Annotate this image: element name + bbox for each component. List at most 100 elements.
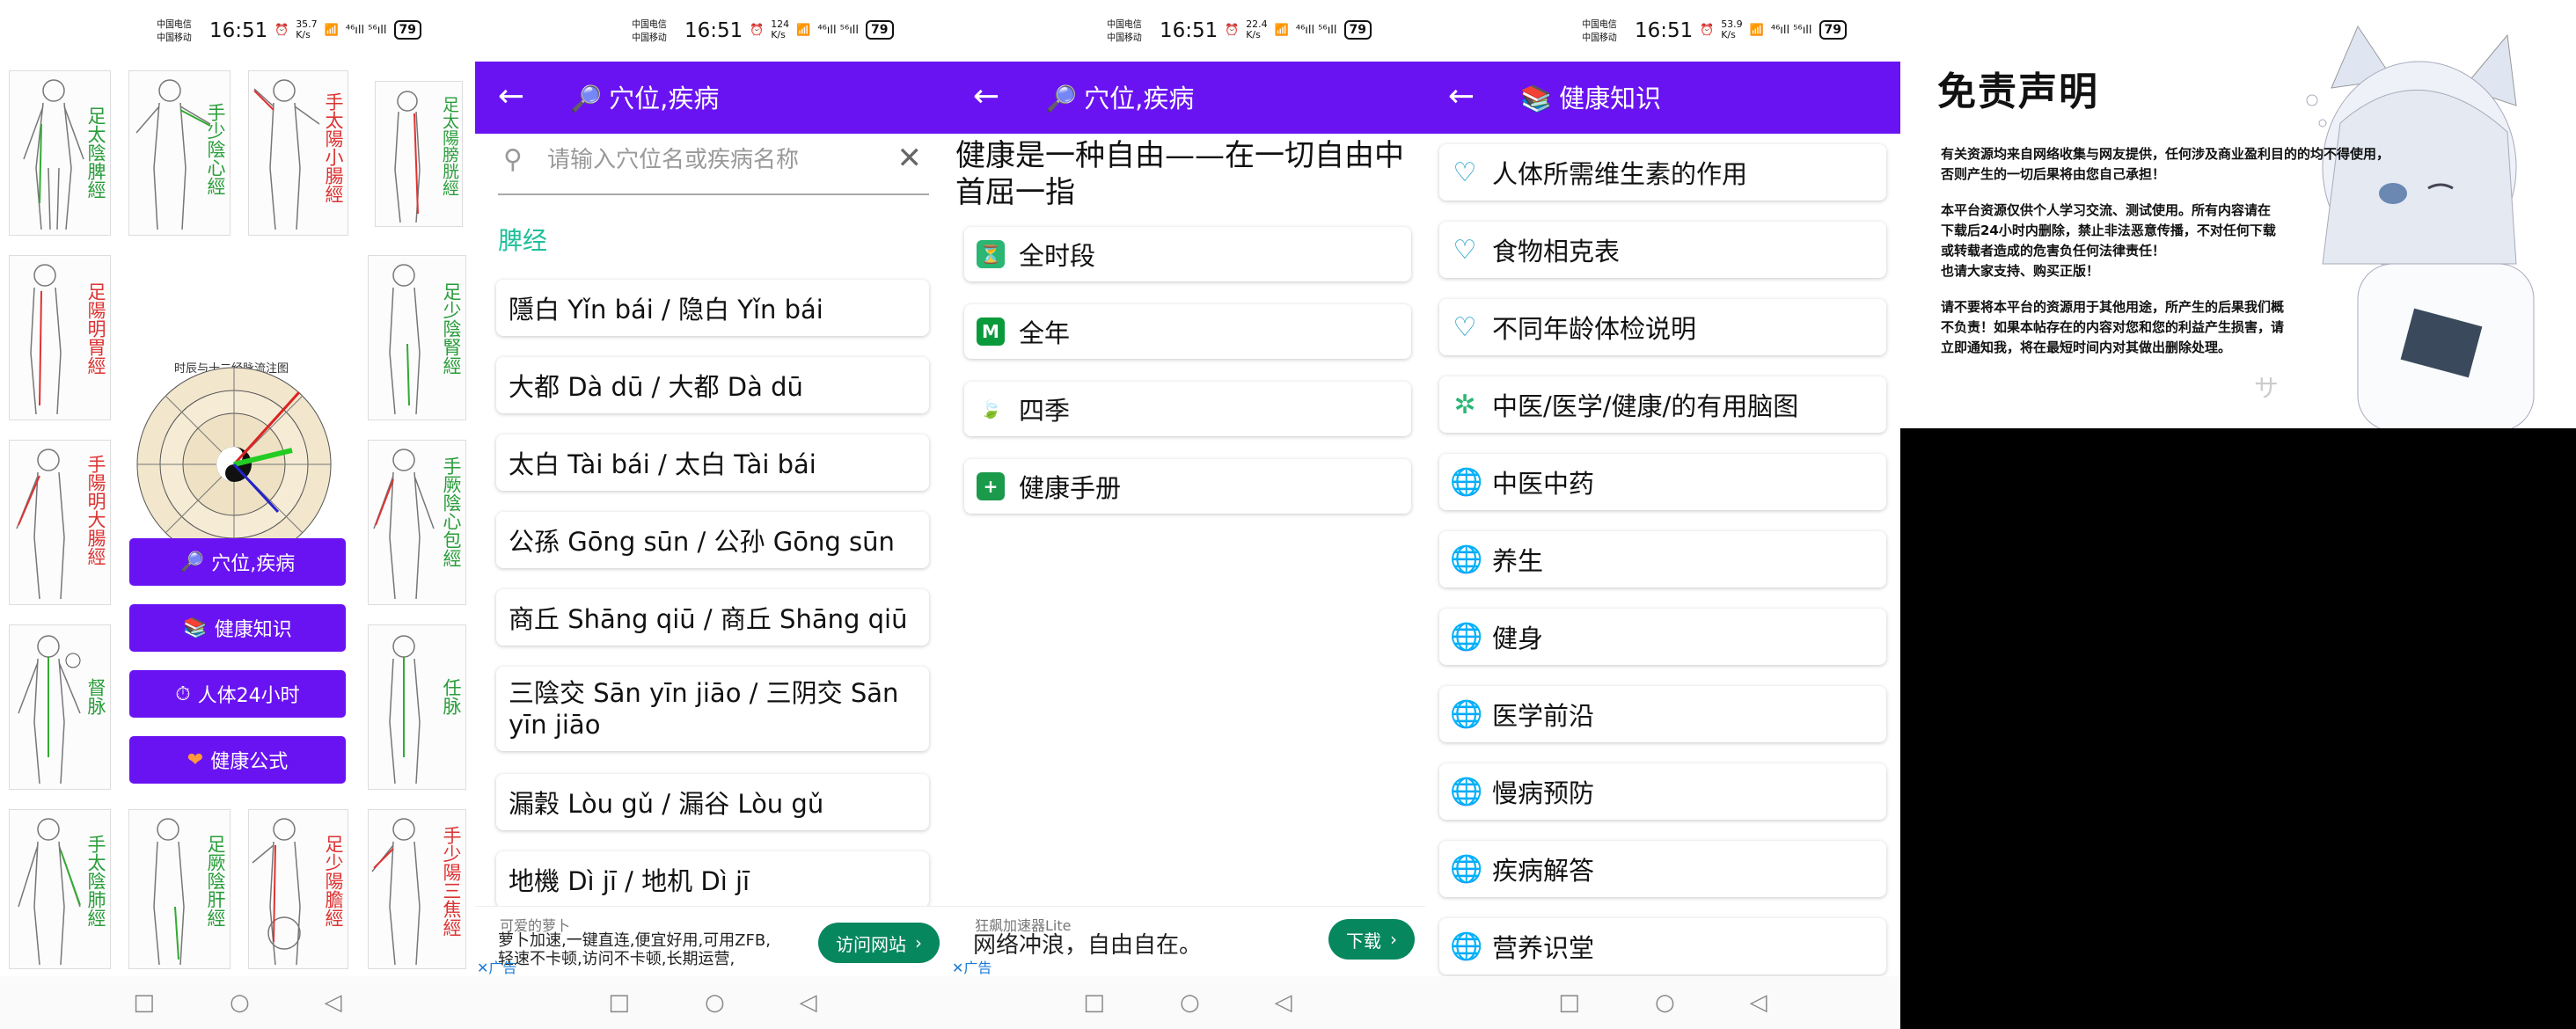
body-24h-button[interactable]: ⏱ 人体24小时 (129, 670, 346, 718)
disclaimer-paragraph: 本平台资源仅供个人学习交流、测试使用。所有内容请在 下载后24小时内删除，禁止非… (1941, 202, 2276, 279)
status-bar: 中国电信 中国移动 16:51 ⏰ 124 K/s 📶 ⁴⁶ıll ⁵⁶ıll 79 (475, 0, 950, 62)
meridian-figure[interactable]: 足太陽膀胱經 (375, 81, 463, 227)
home-button[interactable]: ○ (705, 989, 725, 1016)
list-item[interactable]: 太白 Tài bái / 太白 Tài bái (496, 434, 929, 491)
list-item[interactable]: 🌐 慢病预防 (1439, 763, 1886, 820)
list-item[interactable]: 🌐 健身 (1439, 609, 1886, 665)
app-bar: ← 🔎 穴位,疾病 (475, 62, 950, 134)
system-nav-bar: □ ○ ◁ (0, 976, 475, 1029)
ad-visit-button[interactable]: 访问网站 › (818, 923, 940, 963)
meridian-label: 手太陽小腸經 (323, 92, 344, 203)
globe-icon: 🌐 (1450, 853, 1483, 885)
search-icon: ⚲ (503, 144, 523, 175)
ad-tag[interactable]: ✕广告 (952, 956, 992, 977)
ad-tag[interactable]: ✕广告 (477, 956, 516, 977)
back-button[interactable]: ◁ (1275, 989, 1292, 1016)
meridian-figure[interactable]: 足少陽膽經 (248, 809, 348, 969)
list-item-seasons[interactable]: 🍃 四季 (964, 382, 1411, 436)
battery-indicator: 79 (393, 20, 422, 40)
recents-button[interactable]: □ (1083, 989, 1105, 1016)
status-time: 16:51 (209, 19, 268, 42)
meridian-figure[interactable]: 任脉 (368, 624, 466, 790)
magnifier-icon: 🔎 (1045, 84, 1078, 113)
heartbeat-icon: ♡ (1453, 234, 1477, 266)
home-button[interactable]: ○ (230, 989, 250, 1016)
meridian-label: 足太陰脾經 (85, 106, 106, 199)
system-nav-bar: □ ○ ◁ (950, 976, 1425, 1029)
home-button[interactable]: ○ (1655, 989, 1675, 1016)
list-item-all-year[interactable]: M 全年 (964, 304, 1411, 359)
clear-icon[interactable]: ✕ (897, 141, 923, 176)
meridian-clock[interactable]: 时辰与十二经脉流注图 (132, 288, 343, 570)
list-item[interactable]: 公孫 Gōng sūn / 公孙 Gōng sūn (496, 512, 929, 568)
meridian-figure[interactable]: 手陽明大腸經 (9, 440, 111, 605)
list-item[interactable]: 🌐 医学前沿 (1439, 686, 1886, 742)
back-arrow-icon[interactable]: ← (498, 77, 524, 116)
list-item[interactable]: 地機 Dì jī / 地机 Dì jī (496, 851, 929, 908)
meridian-label: 手太陰肺經 (85, 835, 106, 927)
acupoint-disease-button[interactable]: 🔎 穴位,疾病 (129, 538, 346, 586)
ad-banner[interactable]: 可爱的萝卜 萝卜加速,一键直连,便宜好用,可用ZFB,轻速不卡顿,访问不卡顿,长… (475, 906, 950, 979)
list-item[interactable]: 🌐 疾病解答 (1439, 841, 1886, 897)
magnifier-icon: 🔎 (179, 551, 205, 573)
list-item[interactable]: 隱白 Yǐn bái / 隐白 Yǐn bái (496, 280, 929, 336)
list-item[interactable]: 🌐 养生 (1439, 531, 1886, 587)
meridian-figure[interactable]: 手厥陰心包經 (368, 440, 466, 605)
list-item[interactable]: ♡ 食物相克表 (1439, 222, 1886, 278)
signature: サ (2254, 374, 2280, 403)
list-item[interactable]: 漏穀 Lòu gǔ / 漏谷 Lòu gǔ (496, 774, 929, 830)
meridian-figure[interactable]: 足陽明胃經 (9, 255, 111, 420)
meridian-figure[interactable]: 手太陰肺經 (9, 809, 111, 969)
alarm-icon: ⏰ (274, 23, 289, 37)
back-arrow-icon[interactable]: ← (1448, 77, 1475, 116)
medical-book-icon: + (977, 472, 1005, 500)
meridian-figure[interactable]: 手太陽小腸經 (248, 70, 348, 236)
wifi-icon: 📶 (796, 23, 811, 37)
page-title: 🔎 穴位,疾病 (1045, 81, 1194, 116)
list-item[interactable]: 🌐 中医中药 (1439, 454, 1886, 510)
meridian-label: 足陽明胃經 (85, 282, 106, 375)
health-formula-button[interactable]: ❤ 健康公式 (129, 736, 346, 784)
meridian-figure[interactable]: 足太陰脾經 (9, 70, 111, 236)
health-knowledge-button[interactable]: 📚 健康知识 (129, 604, 346, 652)
back-button[interactable]: ◁ (800, 989, 817, 1016)
wifi-icon: 📶 (324, 23, 339, 37)
back-button[interactable]: ◁ (1750, 989, 1767, 1016)
meridian-figure[interactable]: 足少陰腎經 (368, 255, 466, 420)
recents-button[interactable]: □ (608, 989, 630, 1016)
ad-download-button[interactable]: 下载 › (1328, 919, 1415, 960)
meridian-figure[interactable]: 手少陽三焦經 (368, 809, 466, 969)
list-item[interactable]: ♡ 人体所需维生素的作用 (1439, 144, 1886, 201)
meridian-label: 手少陰心經 (205, 103, 226, 195)
list-item-all-time[interactable]: ⏳ 全时段 (964, 227, 1411, 281)
disclaimer-paragraph: 请不要将本平台的资源用于其他用途，所产生的后果我们概 不负责！如果本帖存在的内容… (1941, 299, 2285, 355)
back-button[interactable]: ◁ (325, 989, 342, 1016)
recents-button[interactable]: □ (1558, 989, 1580, 1016)
meridian-figure[interactable]: 手少陰心經 (128, 70, 231, 236)
list-item[interactable]: ♡ 不同年龄体检说明 (1439, 299, 1886, 355)
meridian-figure[interactable]: 足厥陰肝經 (128, 809, 231, 969)
ad-banner[interactable]: 狂飙加速器Lite 网络冲浪，自由自在。 下载 › ✕广告 (950, 906, 1425, 979)
carrier-label: 中国电信 中国移动 (157, 18, 192, 43)
wifi-icon: 📶 (1274, 23, 1289, 37)
list-item-handbook[interactable]: + 健康手册 (964, 459, 1411, 514)
page-title: 🔎 穴位,疾病 (570, 81, 719, 116)
back-arrow-icon[interactable]: ← (973, 77, 999, 116)
meridian-label: 督脉 (85, 678, 106, 715)
list-item[interactable]: 大都 Dà dū / 大都 Dà dū (496, 357, 929, 413)
system-nav-bar: □ ○ ◁ (475, 976, 950, 1029)
close-icon: ✕ (952, 960, 964, 976)
list-item[interactable]: ✲ 中医/医学/健康/的有用脑图 (1439, 376, 1886, 433)
meridian-figure[interactable]: 督脉 (9, 624, 111, 790)
close-icon: ✕ (477, 960, 489, 976)
globe-icon: 🌐 (1450, 698, 1483, 730)
list-item[interactable]: 商丘 Shāng qiū / 商丘 Shāng qiū (496, 589, 929, 646)
recents-button[interactable]: □ (133, 989, 155, 1016)
list-item[interactable]: 三陰交 Sān yīn jiāo / 三阴交 Sān yīn jiāo (496, 667, 929, 751)
home-button[interactable]: ○ (1180, 989, 1200, 1016)
health-quote: 健康是一种自由——在一切自由中首屈一指 (955, 138, 1404, 210)
list-item[interactable]: 🌐 营养识堂 (1439, 918, 1886, 974)
meridian-label: 足少陽膽經 (323, 835, 344, 927)
search-input[interactable] (545, 146, 875, 174)
alarm-icon: ⏰ (750, 23, 765, 37)
